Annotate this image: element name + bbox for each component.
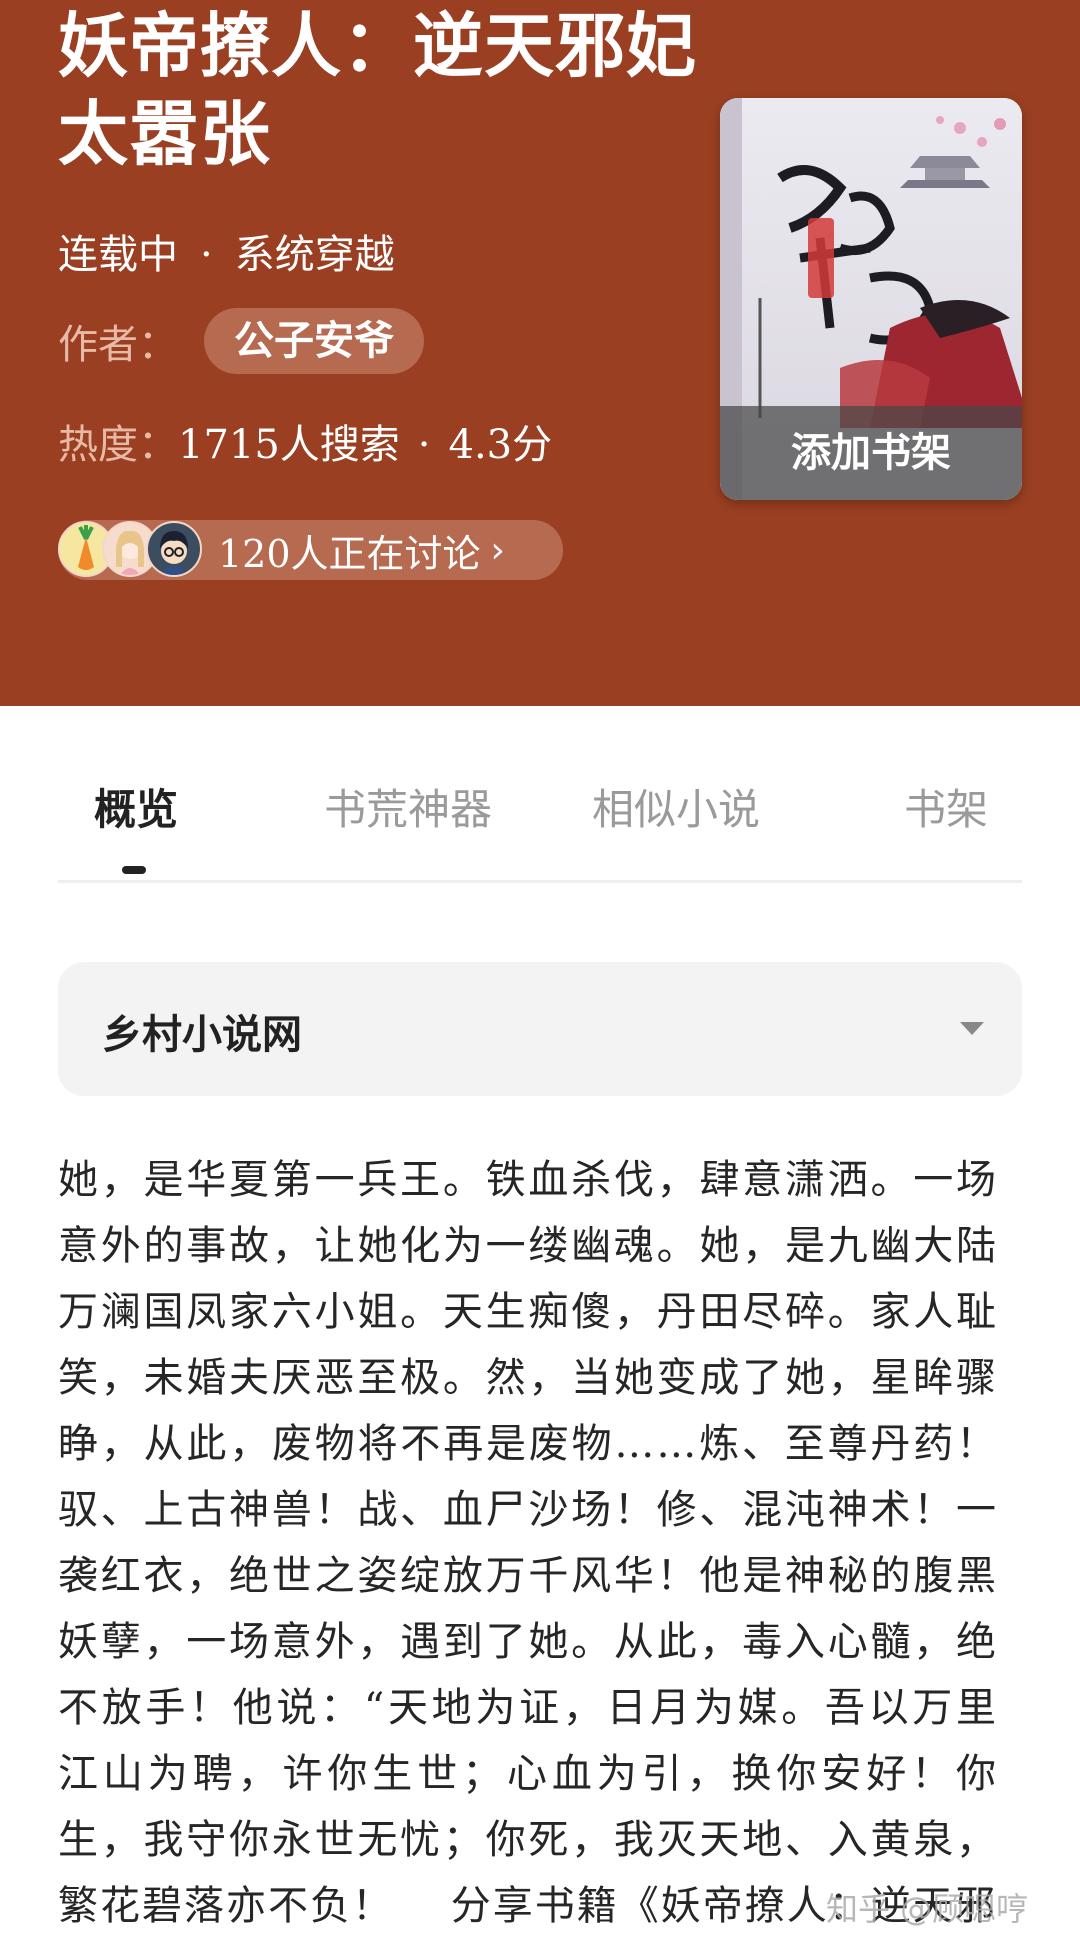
watermark: 知乎 @顾嗯哼: [826, 1890, 1029, 1928]
author-label: 作者：: [58, 322, 178, 368]
avatar: [146, 521, 202, 577]
book-category: 系统穿越: [234, 232, 395, 278]
tab-book-finder[interactable]: 书荒神器: [324, 776, 492, 837]
discussion-avatars: [58, 520, 208, 580]
discussion-button[interactable]: 120人正在讨论 ›: [58, 520, 563, 580]
book-status-line: 连载中 · 系统穿越: [58, 222, 395, 280]
heat-label: 热度：: [58, 422, 178, 468]
author-name-chip[interactable]: 公子安爷: [204, 308, 424, 374]
active-tab-indicator: [122, 866, 146, 874]
source-dropdown[interactable]: 乡村小说网: [58, 962, 1022, 1096]
separator-dot: ·: [417, 422, 431, 468]
book-cover[interactable]: 添加书架: [720, 98, 1022, 500]
source-selected-label: 乡村小说网: [102, 1011, 302, 1058]
heat-line: 热度：1715人搜索 · 4.3分: [58, 412, 552, 470]
tab-overview[interactable]: 概览: [94, 776, 178, 837]
author-line: 作者： 公子安爷: [58, 308, 424, 374]
discussion-count-label: 120人正在讨论: [218, 531, 481, 576]
chevron-down-icon: [960, 1022, 984, 1035]
book-score: 4.3分: [448, 422, 553, 468]
book-synopsis: 她，是华夏第一兵王。铁血杀伐，肆意潇洒。一场意外的事故，让她化为一缕幽魂。她，是…: [58, 1157, 998, 1929]
serial-status: 连载中: [58, 232, 178, 278]
tab-bookshelf[interactable]: 书架: [904, 776, 988, 837]
add-to-shelf-button[interactable]: 添加书架: [720, 406, 1022, 500]
tab-similar-novels[interactable]: 相似小说: [592, 776, 760, 837]
separator-dot: ·: [200, 232, 213, 278]
tab-bar: 概览 书荒神器 相似小说 书架: [58, 760, 1022, 883]
heat-value: 1715人搜索: [178, 422, 400, 468]
book-title: 妖帝撩人：逆天邪妃太嚣张: [58, 4, 697, 175]
book-header: 妖帝撩人：逆天邪妃太嚣张 连载中 · 系统穿越 作者： 公子安爷 热度：1715人搜…: [0, 0, 1080, 706]
chevron-right-icon: ›: [490, 529, 505, 571]
